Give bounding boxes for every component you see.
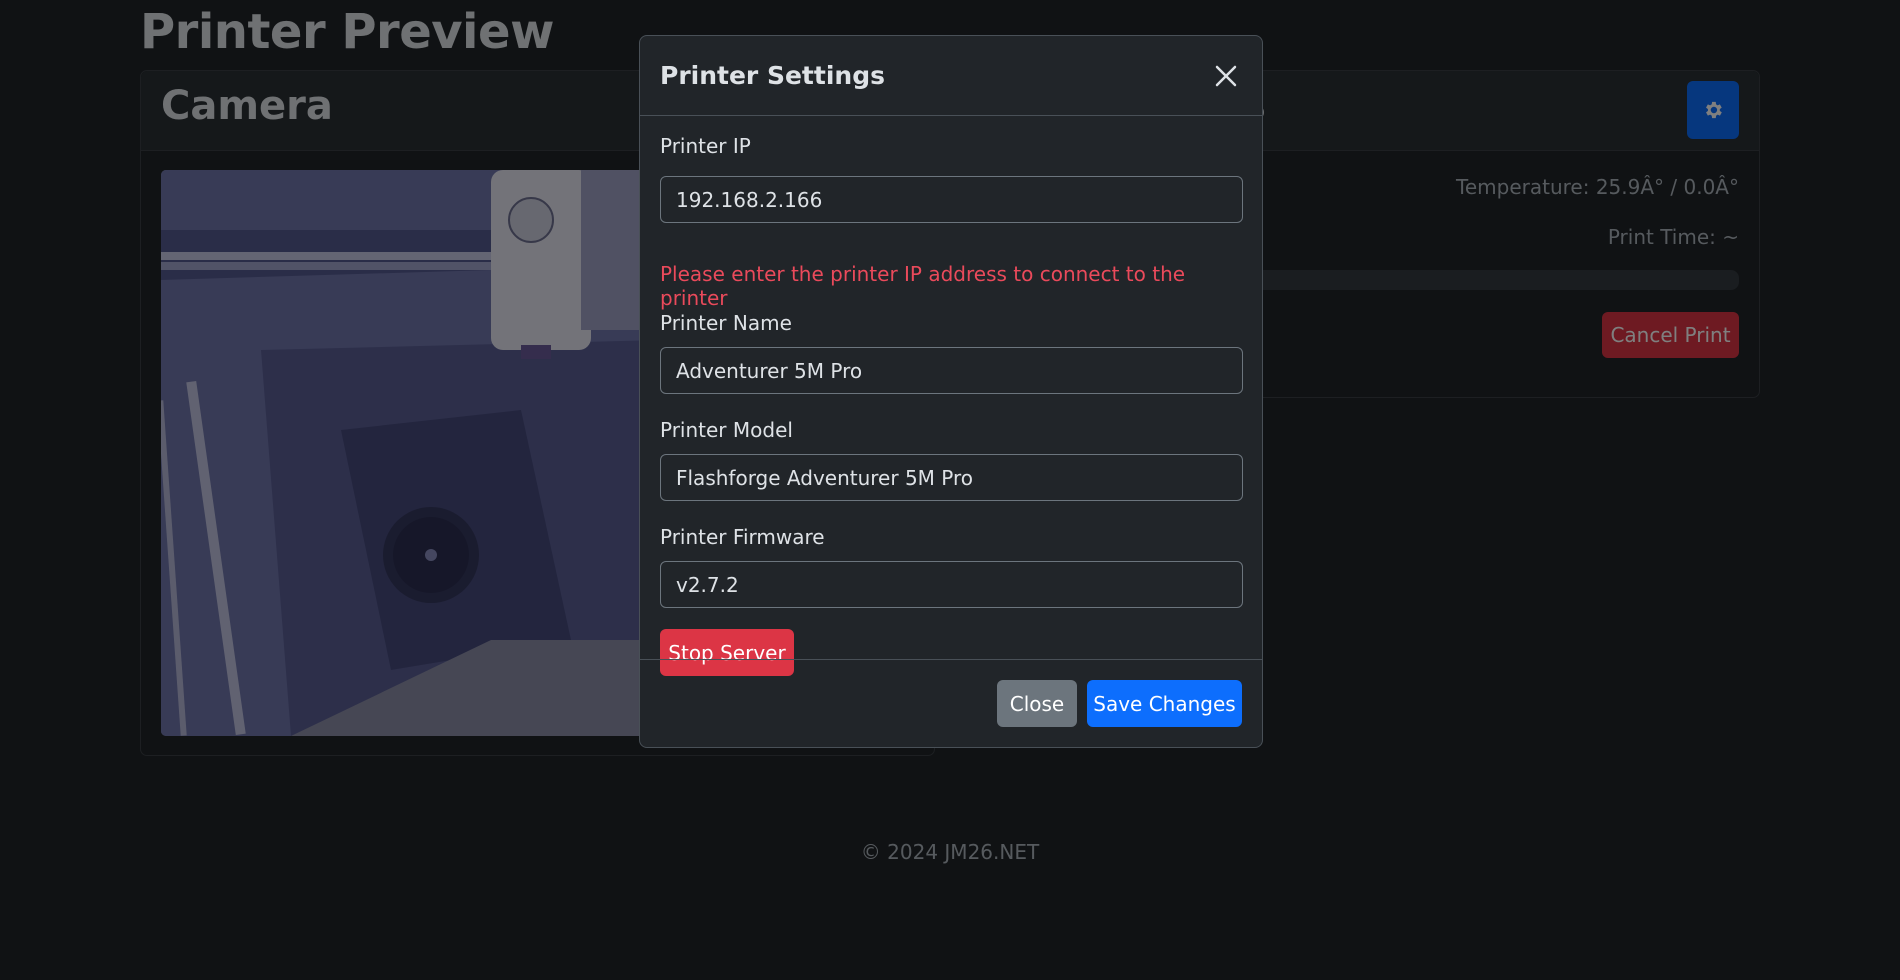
printer-name-label: Printer Name (660, 311, 792, 335)
close-button[interactable]: Close (997, 680, 1077, 727)
modal-header: Printer Settings (640, 36, 1262, 116)
printer-ip-label: Printer IP (660, 134, 751, 158)
close-icon (1215, 65, 1237, 86)
printer-settings-modal: Printer Settings Printer IP Please enter… (639, 35, 1263, 748)
printer-name-input[interactable] (660, 347, 1243, 394)
printer-model-input[interactable] (660, 454, 1243, 501)
printer-model-label: Printer Model (660, 418, 793, 442)
modal-close-button[interactable] (1210, 60, 1242, 92)
printer-firmware-label: Printer Firmware (660, 525, 825, 549)
printer-ip-error: Please enter the printer IP address to c… (660, 262, 1186, 310)
printer-firmware-input[interactable] (660, 561, 1243, 608)
modal-title: Printer Settings (660, 61, 885, 90)
printer-ip-input[interactable] (660, 176, 1243, 223)
modal-footer: Close Save Changes (640, 659, 1262, 747)
save-changes-button[interactable]: Save Changes (1087, 680, 1242, 727)
